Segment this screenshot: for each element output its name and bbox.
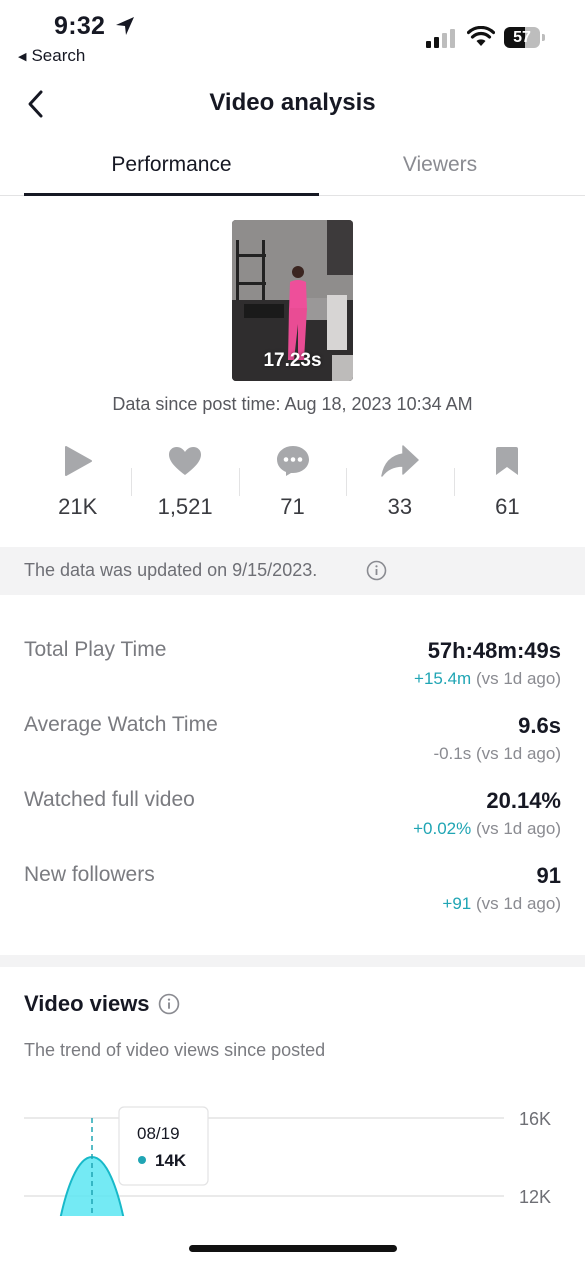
section-divider [0,955,585,967]
metric-label: Average Watch Time [24,713,218,736]
back-to-app-label: Search [31,46,86,65]
chart-tooltip-value: 14K [155,1151,187,1170]
video-views-chart[interactable]: 16K 12K 08/19 14K [0,1090,585,1216]
chart-y-tick-label: 16K [519,1109,551,1129]
metric-label: New followers [24,863,155,886]
status-bar: 9:32 ◀ Search 57 [0,0,585,70]
stat-saves-value: 61 [495,494,520,519]
back-to-app-link[interactable]: ◀ Search [18,46,85,66]
video-views-title: Video views [24,991,150,1016]
metric-value: 57h:48m:49s [427,638,561,663]
play-icon [64,446,92,476]
stat-comments-value: 71 [280,494,305,519]
engagement-stats: 21K 1,521 71 33 61 [24,440,561,530]
wifi-icon [467,26,495,46]
stat-likes-value: 1,521 [157,494,213,519]
chart-tooltip-date: 08/19 [137,1124,180,1143]
info-icon[interactable] [366,560,387,581]
battery-percent: 57 [513,29,531,46]
metric-delta: +15.4m (vs 1d ago) [414,669,561,688]
video-views-heading: Video views [24,991,180,1017]
stat-comments: 71 [238,440,346,530]
bookmark-icon [496,447,519,475]
metric-delta: +0.02% (vs 1d ago) [413,819,561,838]
metric-value: 20.14% [486,788,561,813]
stat-shares: 33 [346,440,453,530]
metric-label: Total Play Time [24,638,167,661]
stat-shares-value: 33 [387,494,413,519]
metric-delta: -0.1s (vs 1d ago) [433,744,561,763]
stat-plays-value: 21K [58,494,98,519]
metric-delta: +91 (vs 1d ago) [442,894,561,913]
metric-new-followers: New followers 91 +91 (vs 1d ago) [24,863,561,923]
home-indicator [189,1245,397,1252]
metric-total-play-time: Total Play Time 57h:48m:49s +15.4m (vs 1… [24,638,561,698]
cellular-signal-icon [426,29,455,48]
stat-plays: 21K [24,440,131,530]
chart-y-tick-label: 12K [519,1187,551,1207]
location-arrow-icon [116,17,134,35]
metric-label: Watched full video [24,788,195,811]
tab-bar: Performance Viewers [0,140,585,196]
stat-saves: 61 [453,440,561,530]
heart-icon [169,447,202,475]
nav-header: Video analysis [0,78,585,130]
data-since-text: Data since post time: Aug 18, 2023 10:34… [112,394,473,414]
stat-likes: 1,521 [131,440,238,530]
video-thumbnail[interactable]: 17.23s [232,220,353,381]
back-triangle-icon: ◀ [18,50,27,63]
metric-average-watch-time: Average Watch Time 9.6s -0.1s (vs 1d ago… [24,713,561,773]
metric-watched-full-video: Watched full video 20.14% +0.02% (vs 1d … [24,788,561,848]
battery-icon: 57 [504,27,545,48]
metric-value: 91 [536,863,561,888]
share-icon [381,445,419,477]
metric-value: 9.6s [518,713,561,738]
info-icon[interactable] [158,993,180,1015]
video-duration: 17.23s [263,350,322,371]
data-update-banner: The data was updated on 9/15/2023. [0,547,585,595]
tab-performance[interactable]: Performance [24,153,319,177]
comment-icon [276,446,309,476]
tab-viewers[interactable]: Viewers [295,153,585,177]
chart-tooltip-dot [138,1156,146,1164]
page-title: Video analysis [209,89,376,116]
status-time: 9:32 [54,12,106,40]
video-views-subtitle: The trend of video views since posted [24,1040,326,1060]
chart-tooltip [118,1106,209,1186]
video-views-chart-svg: 16K 12K 08/19 14K [24,1106,551,1216]
tab-active-indicator [24,193,319,196]
update-notice-text: The data was updated on 9/15/2023. [24,560,318,580]
